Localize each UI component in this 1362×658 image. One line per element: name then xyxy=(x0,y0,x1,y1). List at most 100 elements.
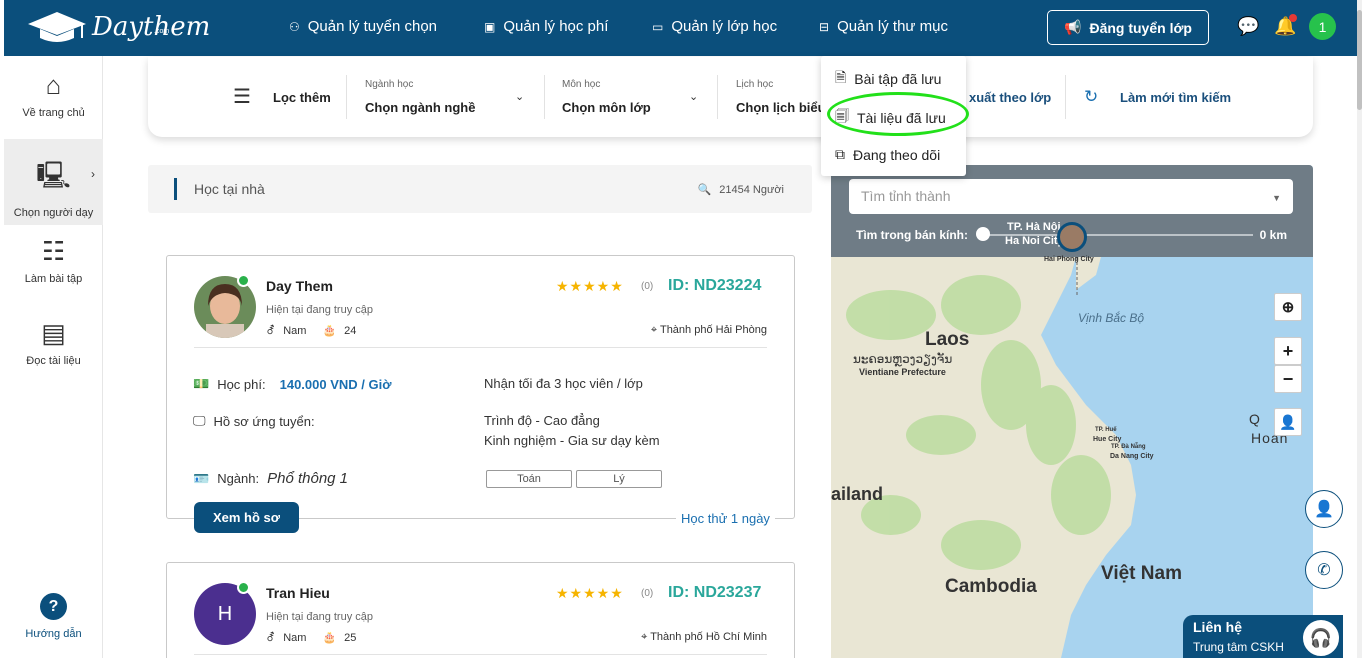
rating-stars: ★★★★★ xyxy=(556,585,624,601)
graduation-cap-icon xyxy=(28,12,86,42)
refresh-icon[interactable]: ↻ xyxy=(1084,87,1098,107)
sliders-icon: ☰ xyxy=(233,86,251,108)
map-label-hue-city: Hue City xyxy=(1093,436,1122,443)
user-plus-icon: 👤 xyxy=(1279,413,1297,430)
user-avatar[interactable]: 1 xyxy=(1309,13,1336,40)
tutor-location-text: Thành phố Hải Phòng xyxy=(659,324,767,336)
phone-icon: ✆ xyxy=(1317,562,1331,579)
gender-icon: ⚦ xyxy=(266,325,276,337)
contact-support-box[interactable]: Liên hệ Trung tâm CSKH 🎧 xyxy=(1183,615,1343,658)
tutor-gender: Nam xyxy=(283,324,307,337)
scrollbar-thumb[interactable] xyxy=(1357,10,1362,110)
refresh-search-link[interactable]: Làm mới tìm kiếm xyxy=(1120,90,1231,105)
help-icon: ? xyxy=(40,593,67,620)
search-icon: 🔍 xyxy=(697,184,712,196)
exercise-icon: ☷ xyxy=(41,236,66,266)
map-label-haiphong: Hai Phong City xyxy=(1044,256,1094,263)
accent-bar xyxy=(174,178,177,200)
following-icon: ⧉ xyxy=(835,146,845,162)
major-value: Phổ thông 1 xyxy=(267,470,349,487)
schedule-select[interactable]: Chọn lịch biểu xyxy=(736,100,826,115)
subject-tag: Toán xyxy=(486,470,572,488)
rating-count: (0) xyxy=(641,281,654,292)
result-count: 🔍 21454 Người xyxy=(698,183,784,196)
add-friend-button[interactable]: 👤 xyxy=(1305,490,1343,528)
tutor-name[interactable]: Day Them xyxy=(266,278,333,294)
crosshair-icon: ⊕ xyxy=(1281,299,1295,316)
fee-label: Học phí: xyxy=(217,376,266,392)
profile-board-icon: 🖵 xyxy=(193,413,206,428)
map-label-hanoi: TP. Hà Nội xyxy=(1007,221,1061,233)
sidebar: ⌂ Về trang chủ 🖳 Chọn người dạy › ☷ Làm … xyxy=(4,56,103,658)
education-text: Trình độ - Cao đẳng xyxy=(484,413,600,428)
more-filters-button[interactable]: Lọc thêm xyxy=(273,90,331,105)
profile-row: 🖵 Hồ sơ ứng tuyển: xyxy=(193,413,315,429)
fee-icon: ▣ xyxy=(484,19,496,34)
rating-count: (0) xyxy=(641,588,654,599)
add-person-button[interactable]: 👤 xyxy=(1274,408,1302,436)
sidebar-item-exercises[interactable]: ☷ Làm bài tập xyxy=(4,236,103,296)
province-search-input[interactable]: Tìm tỉnh thành ▼ xyxy=(849,179,1293,214)
sidebar-item-choose-teacher[interactable]: 🖳 Chọn người dạy › xyxy=(4,139,103,225)
divider xyxy=(194,347,767,348)
sidebar-item-documents[interactable]: ▤ Đọc tài liệu xyxy=(4,318,103,378)
map-label-laos: Laos xyxy=(925,329,970,350)
view-profile-button[interactable]: Xem hồ sơ xyxy=(194,502,299,533)
home-icon: ⌂ xyxy=(45,70,62,100)
result-count-text: 21454 Người xyxy=(719,184,784,196)
separator xyxy=(544,75,545,119)
search-summary-bar: Học tại nhà 🔍 21454 Người xyxy=(148,165,812,213)
suggest-by-class-link[interactable]: xuất theo lớp xyxy=(969,90,1051,105)
teacher-icon: 🖳 xyxy=(36,160,71,190)
classroom-icon: ▭ xyxy=(652,19,664,34)
online-status-dot xyxy=(237,274,250,287)
industry-select[interactable]: Chọn ngành nghề xyxy=(365,100,475,115)
contact-title: Liên hệ xyxy=(1193,619,1243,635)
notification-dot xyxy=(1289,14,1297,22)
map-label-thailand: ailand xyxy=(831,484,884,504)
post-class-button[interactable]: 📢 Đăng tuyển lớp xyxy=(1047,10,1209,45)
map-panel[interactable]: Tìm tỉnh thành ▼ Tìm trong bán kính: 0 k… xyxy=(831,165,1313,658)
map-label-laos-native: ນະຄອນຫຼວງວຽງຈັນ xyxy=(853,352,953,366)
nav-recruitment[interactable]: ⚇ Quản lý tuyển chọn xyxy=(289,18,437,35)
map-label-danang: TP. Đà Nẵng xyxy=(1111,444,1146,450)
subject-label: Môn học xyxy=(562,79,601,90)
filter-bar: ☰ Lọc thêm Ngành học Chọn ngành nghề ⌄ M… xyxy=(148,57,1313,137)
chevron-down-icon[interactable]: ⌄ xyxy=(689,90,698,103)
nav-classes[interactable]: ▭ Quản lý lớp học xyxy=(652,18,777,35)
zoom-in-button[interactable]: + xyxy=(1274,337,1302,365)
tutor-name[interactable]: Tran Hieu xyxy=(266,585,330,601)
menu-item-following[interactable]: ⧉ Đang theo dõi xyxy=(835,146,940,163)
major-row: 🪪 Ngành: Phổ thông 1 xyxy=(193,470,348,487)
sidebar-item-help[interactable]: ? Hướng dẫn xyxy=(4,593,103,653)
birthday-icon: 🎂 xyxy=(322,632,337,644)
locate-me-button[interactable]: ⊕ xyxy=(1274,293,1302,321)
call-button[interactable]: ✆ xyxy=(1305,551,1343,589)
top-navigation-bar: Daythem .com ⚇ Quản lý tuyển chọn ▣ Quản… xyxy=(4,0,1357,56)
chevron-down-icon[interactable]: ⌄ xyxy=(515,90,524,103)
nav-folders[interactable]: ⊟ Quản lý thư mục xyxy=(819,18,948,35)
map-label-gulf: Vịnh Bắc Bộ xyxy=(1078,311,1145,325)
subject-select[interactable]: Chọn môn lớp xyxy=(562,100,651,115)
chat-icon[interactable]: 💬 xyxy=(1237,16,1259,37)
major-label: Ngành: xyxy=(217,471,260,486)
sidebar-item-home[interactable]: ⌂ Về trang chủ xyxy=(4,70,103,140)
map-label-vietnam: Việt Nam xyxy=(1101,563,1182,584)
divider xyxy=(194,654,767,655)
people-search-icon: ⚇ xyxy=(289,19,300,34)
industry-label: Ngành học xyxy=(365,79,414,90)
logo[interactable]: Daythem xyxy=(26,8,210,46)
folder-icon: ⊟ xyxy=(819,19,830,34)
birthday-icon: 🎂 xyxy=(322,325,337,337)
id-card-icon: 🪪 xyxy=(193,470,210,486)
menu-item-saved-exercises[interactable]: 🗎 Bài tập đã lưu xyxy=(835,67,941,91)
trial-text: Học thử 1 ngày xyxy=(676,511,775,526)
map-marker-avatar[interactable] xyxy=(1057,222,1087,252)
radius-slider-handle[interactable] xyxy=(976,227,990,241)
nav-fees[interactable]: ▣ Quản lý học phí xyxy=(484,18,608,35)
capacity-text: Nhận tối đa 3 học viên / lớp xyxy=(484,376,643,391)
radius-label: Tìm trong bán kính: xyxy=(856,228,968,242)
zoom-out-button[interactable]: − xyxy=(1274,365,1302,393)
caret-down-icon[interactable]: ▼ xyxy=(1272,193,1281,203)
contact-subtitle: Trung tâm CSKH xyxy=(1193,640,1284,654)
